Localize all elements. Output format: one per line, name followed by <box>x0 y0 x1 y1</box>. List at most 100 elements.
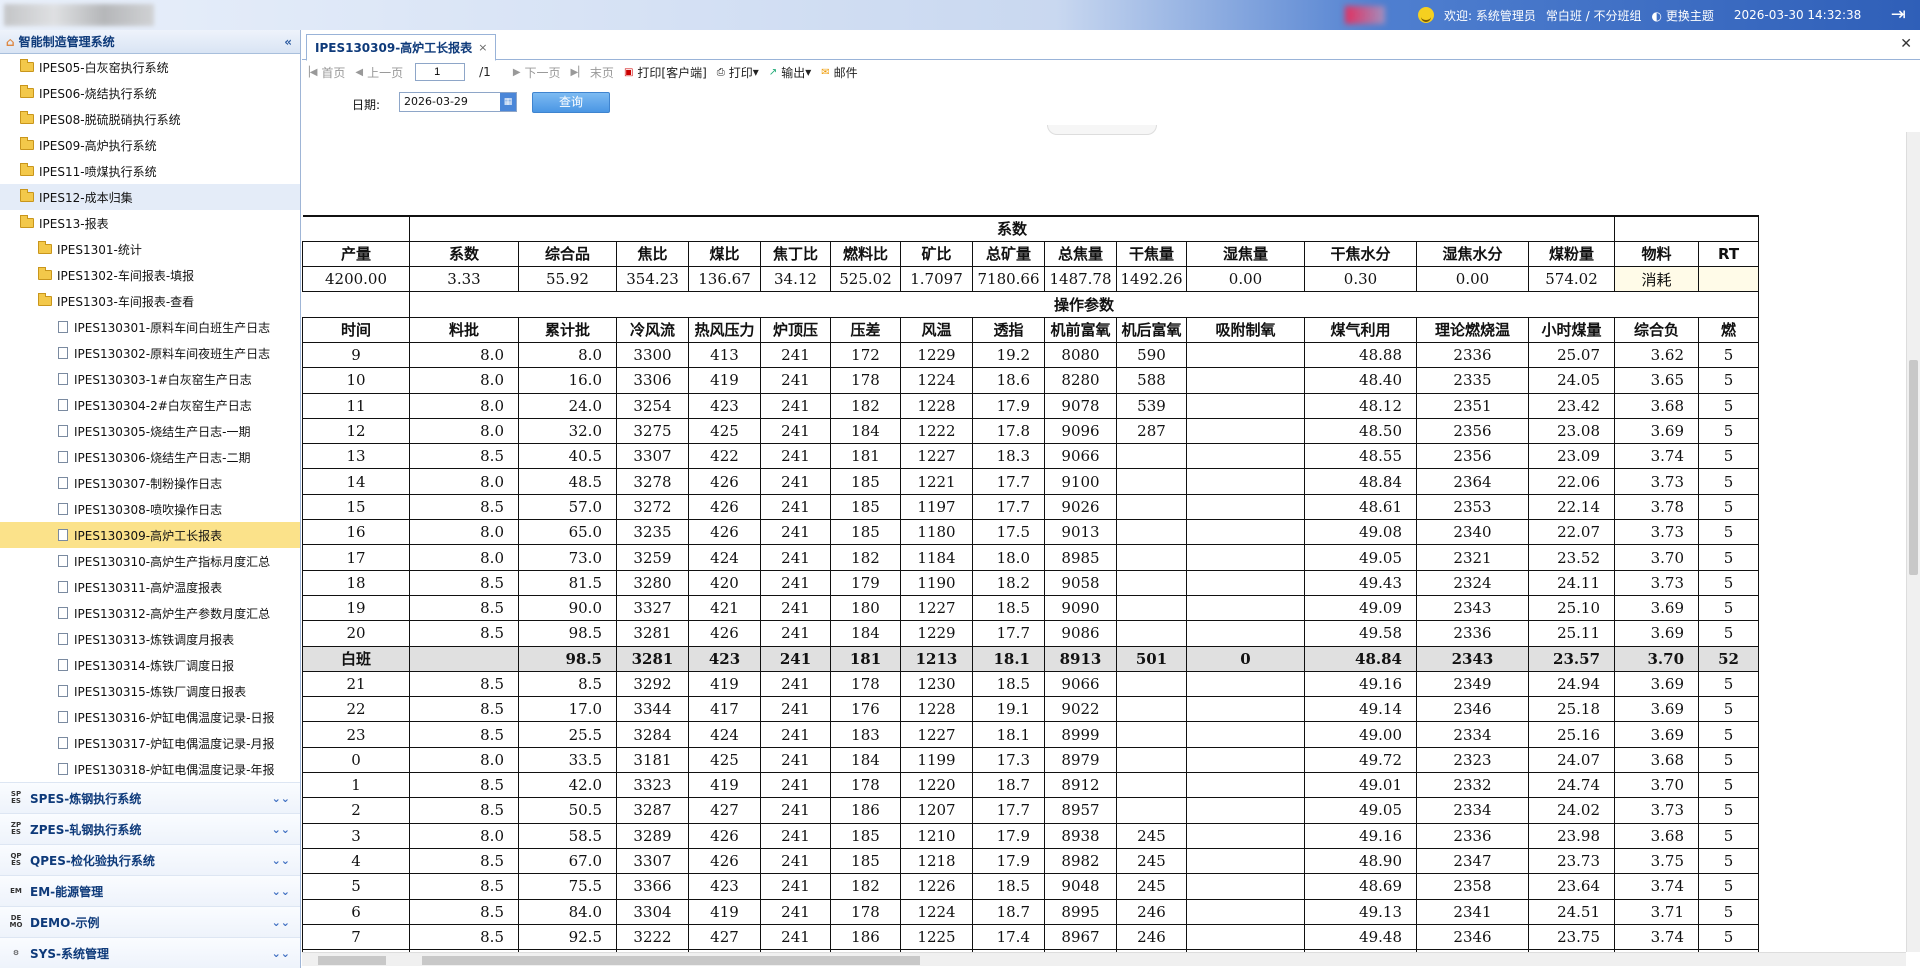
query-bar: 日期: 2026-03-29 ▦ 查询 <box>302 84 1920 124</box>
tree-item-label: IPES130301-原料车间白班生产日志 <box>74 320 271 335</box>
table-cell <box>1186 797 1305 824</box>
prev-page-button[interactable]: ◀ 上一页 <box>355 64 403 81</box>
tree-item-label: IPES130317-炉缸电偶温度记录-月报 <box>74 736 275 751</box>
table-cell: 3.68 <box>1614 746 1700 774</box>
logout-icon[interactable]: ⇥ <box>1891 5 1906 25</box>
tree-item[interactable]: IPES130309-高炉工长报表 <box>0 522 300 548</box>
table-cell: 245 <box>1116 873 1187 900</box>
vertical-scrollbar[interactable] <box>1906 132 1920 952</box>
table-cell: 24.51 <box>1527 898 1616 925</box>
module-item[interactable]: DE MO DEMO-示例 ⌄⌄ <box>0 906 300 937</box>
expand-icon[interactable]: ⌄⌄ <box>272 916 290 929</box>
table-cell: 2358 <box>1416 873 1529 900</box>
tree-item[interactable]: IPES130301-原料车间白班生产日志 <box>0 314 300 340</box>
table-cell: 2341 <box>1416 898 1529 925</box>
query-button[interactable]: 查询 <box>532 92 610 113</box>
table-cell: 3.62 <box>1614 341 1700 369</box>
table-cell: 3366 <box>616 873 689 900</box>
calendar-icon[interactable]: ▦ <box>500 93 516 111</box>
tree-item[interactable]: IPES130303-1#白灰窑生产日志 <box>0 366 300 392</box>
tree-item[interactable]: IPES130311-高炉温度报表 <box>0 574 300 600</box>
tree-item[interactable]: IPES1303-车间报表-查看 <box>0 288 300 314</box>
table-cell: 426 <box>688 493 761 521</box>
change-theme-link[interactable]: ◐ 更换主题 <box>1652 7 1724 24</box>
tree-item[interactable]: IPES1301-统计 <box>0 236 300 262</box>
tree-item[interactable]: IPES130302-原料车间夜班生产日志 <box>0 340 300 366</box>
table-cell: 1190 <box>900 569 973 596</box>
first-page-button[interactable]: ▕◀ 首页 <box>302 64 345 81</box>
tree-item[interactable]: IPES130310-高炉生产指标月度汇总 <box>0 548 300 574</box>
table-cell: 18.2 <box>972 569 1045 596</box>
table-cell: 18.5 <box>972 594 1045 622</box>
first-page-label: 首页 <box>321 65 346 80</box>
tree-item[interactable]: IPES05-白灰窑执行系统 <box>0 54 300 80</box>
tree-item[interactable]: IPES1302-车间报表-填报 <box>0 262 300 288</box>
export-button[interactable]: ↗ 输出 ▾ <box>769 64 811 81</box>
tree-item[interactable]: IPES130307-制粉操作日志 <box>0 470 300 496</box>
tree-item[interactable]: IPES130312-高炉生产参数月度汇总 <box>0 600 300 626</box>
column-header: 湿焦水分 <box>1416 240 1529 268</box>
table-cell: 8.0 <box>409 746 519 774</box>
tree-item[interactable]: IPES130308-喷吹操作日志 <box>0 496 300 522</box>
horizontal-scrollbar[interactable] <box>302 952 1906 966</box>
table-cell: 185 <box>830 519 901 546</box>
tree-item[interactable]: IPES08-脱硫脱硝执行系统 <box>0 106 300 132</box>
tree-item[interactable]: IPES09-高炉执行系统 <box>0 132 300 158</box>
table-cell: 1222 <box>900 417 973 445</box>
table-cell: 3.68 <box>1614 392 1700 419</box>
table-cell: 419 <box>688 367 761 394</box>
horizontal-scroll-thumb[interactable] <box>422 956 920 965</box>
table-cell: 2332 <box>1416 772 1529 799</box>
module-item[interactable]: ⚙ SYS-系统管理 ⌄⌄ <box>0 937 300 968</box>
table-cell: 5 <box>1698 721 1760 748</box>
table-cell: 50.5 <box>518 797 617 824</box>
table-cell: 19.1 <box>972 696 1045 723</box>
tree-item[interactable]: IPES12-成本归集 <box>0 184 300 210</box>
mail-button[interactable]: ✉ 邮件 <box>821 64 857 81</box>
tree-item[interactable]: IPES11-喷煤执行系统 <box>0 158 300 184</box>
tree-item[interactable]: IPES130306-烧结生产日志-二期 <box>0 444 300 470</box>
tree-item[interactable]: IPES130314-炼铁厂调度日报 <box>0 652 300 678</box>
module-item[interactable]: ZP ES ZPES-轧钢执行系统 ⌄⌄ <box>0 813 300 844</box>
module-item[interactable]: QP ES QPES-检化验执行系统 ⌄⌄ <box>0 844 300 875</box>
expand-icon[interactable]: ⌄⌄ <box>272 854 290 867</box>
table-cell: 181 <box>830 443 901 470</box>
tree-item[interactable]: IPES130304-2#白灰窑生产日志 <box>0 392 300 418</box>
panel-toggle-handle[interactable] <box>1047 125 1157 135</box>
document-icon <box>58 503 68 515</box>
expand-icon[interactable]: ⌄⌄ <box>272 947 290 960</box>
tab-report[interactable]: IPES130309-高炉工长报表 × <box>306 34 497 61</box>
table-cell: 8.0 <box>409 367 519 394</box>
module-item[interactable]: EM EM-能源管理 ⌄⌄ <box>0 875 300 906</box>
expand-icon[interactable]: ⌄⌄ <box>272 885 290 898</box>
close-all-icon[interactable]: ✕ <box>1900 36 1912 52</box>
table-cell: 1221 <box>900 468 973 495</box>
summary-cell: 0 <box>1186 645 1305 672</box>
table-row: 16 8.0 65.0 3235 426 241 185 1180 17.5 9013 49.08 2… <box>302 519 1760 546</box>
close-tab-icon[interactable]: × <box>478 41 487 54</box>
expand-icon[interactable]: ⌄⌄ <box>272 823 290 836</box>
table-row: 系数 <box>302 214 1760 242</box>
vertical-scroll-thumb[interactable] <box>1909 360 1918 575</box>
table-cell: 23.42 <box>1527 392 1616 419</box>
tree-item[interactable]: IPES130313-炼铁调度月报表 <box>0 626 300 652</box>
last-page-button[interactable]: ▶▏ 末页 <box>571 64 614 81</box>
collapse-sidebar-icon[interactable]: « <box>284 35 292 49</box>
tree-item[interactable]: IPES130317-炉缸电偶温度记录-月报 <box>0 730 300 756</box>
column-header: 综合品 <box>518 240 617 268</box>
expand-icon[interactable]: ⌄⌄ <box>272 792 290 805</box>
module-item[interactable]: SP ES SPES-炼钢执行系统 ⌄⌄ <box>0 782 300 813</box>
tree-item[interactable]: IPES130318-炉缸电偶温度记录-年报 <box>0 756 300 782</box>
print-button[interactable]: ⎙ 打印 ▾ <box>717 64 759 81</box>
tree-item[interactable]: IPES06-烧结执行系统 <box>0 80 300 106</box>
print-client-button[interactable]: ▣ 打印[客户端] <box>624 64 707 81</box>
tree-item[interactable]: IPES130316-炉缸电偶温度记录-日报 <box>0 704 300 730</box>
table-cell: 241 <box>760 797 831 824</box>
tree-item[interactable]: IPES130305-烧结生产日志-一期 <box>0 418 300 444</box>
frozen-scroll-thumb[interactable] <box>318 956 386 965</box>
tree-item[interactable]: IPES13-报表 <box>0 210 300 236</box>
next-page-button[interactable]: ▶ 下一页 <box>513 64 561 81</box>
page-number-input[interactable] <box>415 63 466 81</box>
tree-item[interactable]: IPES130315-炼铁厂调度日报表 <box>0 678 300 704</box>
shift-selector[interactable]: 常白班 / 不分班组 <box>1546 7 1642 24</box>
